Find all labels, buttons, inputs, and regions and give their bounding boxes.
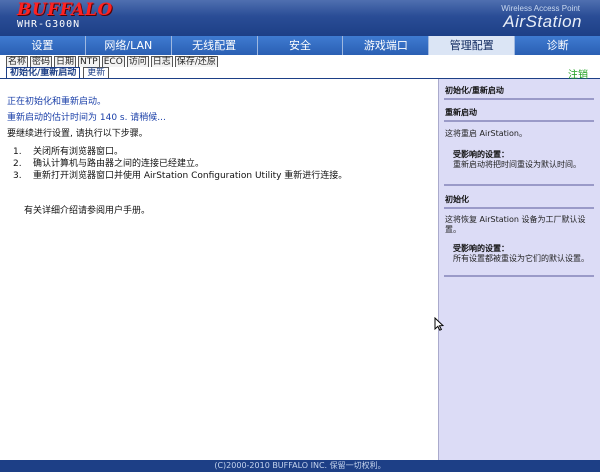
tab-network-lan[interactable]: 网络/LAN — [85, 36, 172, 55]
status-estimated-time: 重新启动的估计时间为 140 s. 请稍候... — [7, 113, 166, 123]
subtab-date[interactable]: 日期 — [54, 56, 77, 67]
subtab-save-restore[interactable]: 保存/还原 — [174, 56, 218, 67]
tab-setup[interactable]: 设置 — [0, 36, 86, 55]
help-restart-desc: 这将重启 AirStation。 — [445, 129, 527, 138]
step-number: 1. — [13, 147, 22, 157]
subtab-access[interactable]: 访问 — [126, 56, 149, 67]
help-title: 初始化/重新启动 — [445, 86, 504, 95]
subtab-init-restart[interactable]: 初始化/重新启动 — [6, 67, 81, 78]
list-item: 1. 关闭所有浏览器窗口。 — [13, 147, 425, 158]
tab-admin[interactable]: 管理配置 — [429, 36, 516, 55]
help-init-affect-text: 所有设置都被重设为它们的默认设置。 — [453, 254, 589, 263]
tab-game-port[interactable]: 游戏端口 — [343, 36, 430, 55]
step-text: 确认计算机与路由器之间的连接已经建立。 — [33, 159, 205, 169]
step-number: 3. — [13, 171, 22, 181]
tab-security[interactable]: 安全 — [257, 36, 344, 55]
instructions-intro: 要继续进行设置, 请执行以下步骤。 — [7, 129, 148, 139]
buffalo-logo: BUFFALO — [17, 0, 113, 20]
step-number: 2. — [13, 159, 22, 169]
divider — [444, 207, 594, 209]
header-bar: BUFFALO WHR-G300N Wireless Access Point … — [0, 0, 600, 36]
help-init-desc: 这将恢复 AirStation 设备为工厂默认设置。 — [445, 215, 586, 234]
help-init-affect-title: 受影响的设置： — [453, 244, 509, 253]
help-restart-title: 重新启动 — [445, 108, 477, 117]
tab-wireless[interactable]: 无线配置 — [171, 36, 258, 55]
copyright-footer: (C)2000-2010 BUFFALO INC. 保留一切权利。 — [0, 460, 600, 472]
subtab-update[interactable]: 更新 — [83, 67, 110, 78]
step-text: 重新打开浏览器窗口并使用 AirStation Configuration Ut… — [33, 171, 348, 181]
divider — [444, 275, 594, 277]
subtab-name[interactable]: 名称 — [6, 56, 29, 67]
sub-nav-row2: 初始化/重新启动 更新 — [6, 67, 112, 78]
manual-note: 有关详细介绍请参阅用户手册。 — [24, 206, 151, 216]
help-panel: 初始化/重新启动 重新启动 这将重启 AirStation。 受影响的设置： 重… — [438, 79, 600, 460]
sub-nav: 名称 密码 日期 NTP ECO 访问 日志 保存/还原 初始化/重新启动 更新… — [0, 55, 600, 81]
model-name: WHR-G300N — [17, 19, 81, 30]
subtab-eco[interactable]: ECO — [101, 56, 125, 67]
main-content: 正在初始化和重新启动。 重新启动的估计时间为 140 s. 请稍候... 要继续… — [0, 79, 438, 460]
divider — [444, 98, 594, 100]
status-initializing: 正在初始化和重新启动。 — [7, 97, 107, 107]
main-nav: 设置 网络/LAN 无线配置 安全 游戏端口 管理配置 诊断 — [0, 36, 600, 55]
airstation-logo: AirStation — [503, 12, 582, 31]
help-restart-affect-text: 重新启动将把时间重设为默认时间。 — [453, 160, 581, 169]
subtab-log[interactable]: 日志 — [150, 56, 173, 67]
help-restart-affect-title: 受影响的设置： — [453, 150, 509, 159]
divider — [444, 184, 594, 186]
steps-list: 1. 关闭所有浏览器窗口。 2. 确认计算机与路由器之间的连接已经建立。 3. … — [13, 147, 425, 183]
help-init-title: 初始化 — [445, 195, 469, 204]
sub-nav-row1: 名称 密码 日期 NTP ECO 访问 日志 保存/还原 — [6, 56, 220, 67]
subtab-ntp[interactable]: NTP — [78, 56, 100, 67]
step-text: 关闭所有浏览器窗口。 — [33, 147, 124, 157]
tab-diagnostic[interactable]: 诊断 — [515, 36, 600, 55]
subtab-password[interactable]: 密码 — [30, 56, 53, 67]
divider — [444, 120, 594, 122]
list-item: 2. 确认计算机与路由器之间的连接已经建立。 — [13, 159, 425, 170]
list-item: 3. 重新打开浏览器窗口并使用 AirStation Configuration… — [13, 171, 425, 182]
